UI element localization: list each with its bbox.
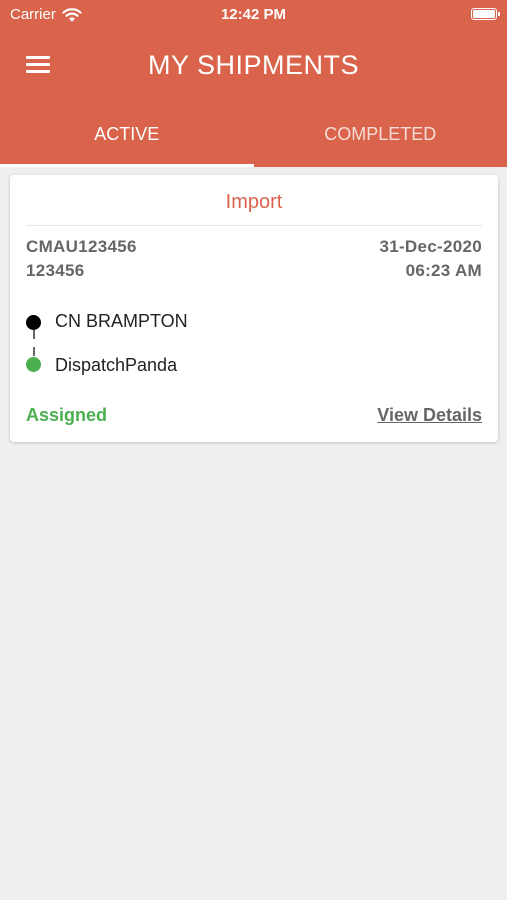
- route-connector: [33, 347, 35, 356]
- shipment-number: 123456: [26, 261, 85, 280]
- destination-dot-icon: [26, 357, 41, 372]
- page-title: MY SHIPMENTS: [147, 50, 360, 80]
- route-destination: DispatchPanda: [55, 355, 178, 375]
- shipment-type: Import: [225, 191, 283, 213]
- origin-dot-icon: [26, 315, 41, 330]
- shipment-date: 31-Dec-2020: [379, 237, 482, 256]
- status-bar: Carrier 12:42 PM: [0, 0, 507, 30]
- shipment-card[interactable]: Import CMAU123456 123456 31-Dec-2020 06:…: [10, 175, 498, 442]
- route-connector: [33, 330, 35, 339]
- app-header: Carrier 12:42 PM MY SHIPMENTS ACTIVE COM…: [0, 0, 507, 167]
- battery-icon: [471, 8, 500, 20]
- card-divider: [26, 225, 482, 226]
- route-origin: CN BRAMPTON: [55, 311, 188, 331]
- shipment-time: 06:23 AM: [405, 261, 482, 280]
- status-badge: Assigned: [26, 405, 108, 425]
- tab-active[interactable]: ACTIVE: [0, 100, 254, 167]
- tab-bar: ACTIVE COMPLETED: [0, 100, 507, 167]
- view-details-link[interactable]: View Details: [377, 405, 482, 426]
- clock: 12:42 PM: [220, 6, 287, 23]
- tab-completed[interactable]: COMPLETED: [254, 100, 507, 167]
- container-number: CMAU123456: [26, 237, 137, 256]
